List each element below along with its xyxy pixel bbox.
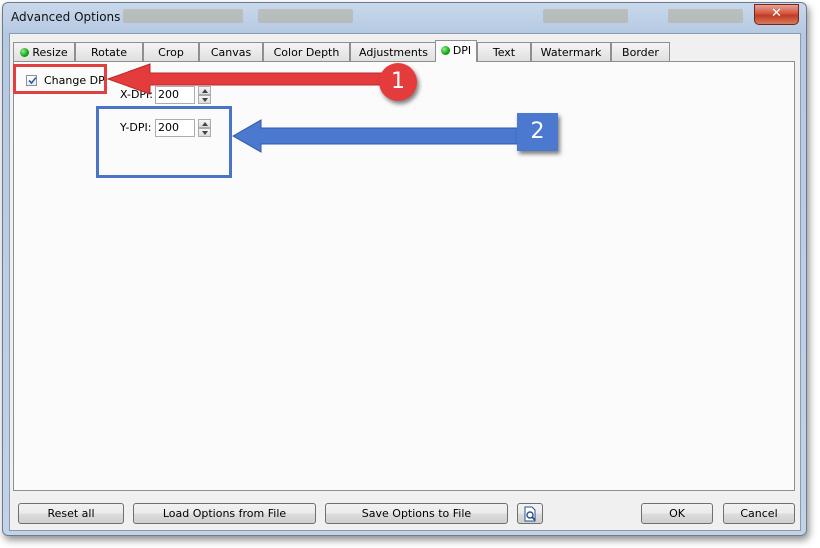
tab-dpi[interactable]: DPI (435, 40, 477, 62)
callout-1-badge: 1 (379, 63, 417, 101)
callout-1-arrow (106, 63, 385, 95)
callout-2-arrow (231, 119, 520, 153)
status-indicator-icon (440, 46, 450, 55)
tab-label: DPI (452, 44, 472, 57)
callout-2-badge: 2 (517, 113, 558, 151)
